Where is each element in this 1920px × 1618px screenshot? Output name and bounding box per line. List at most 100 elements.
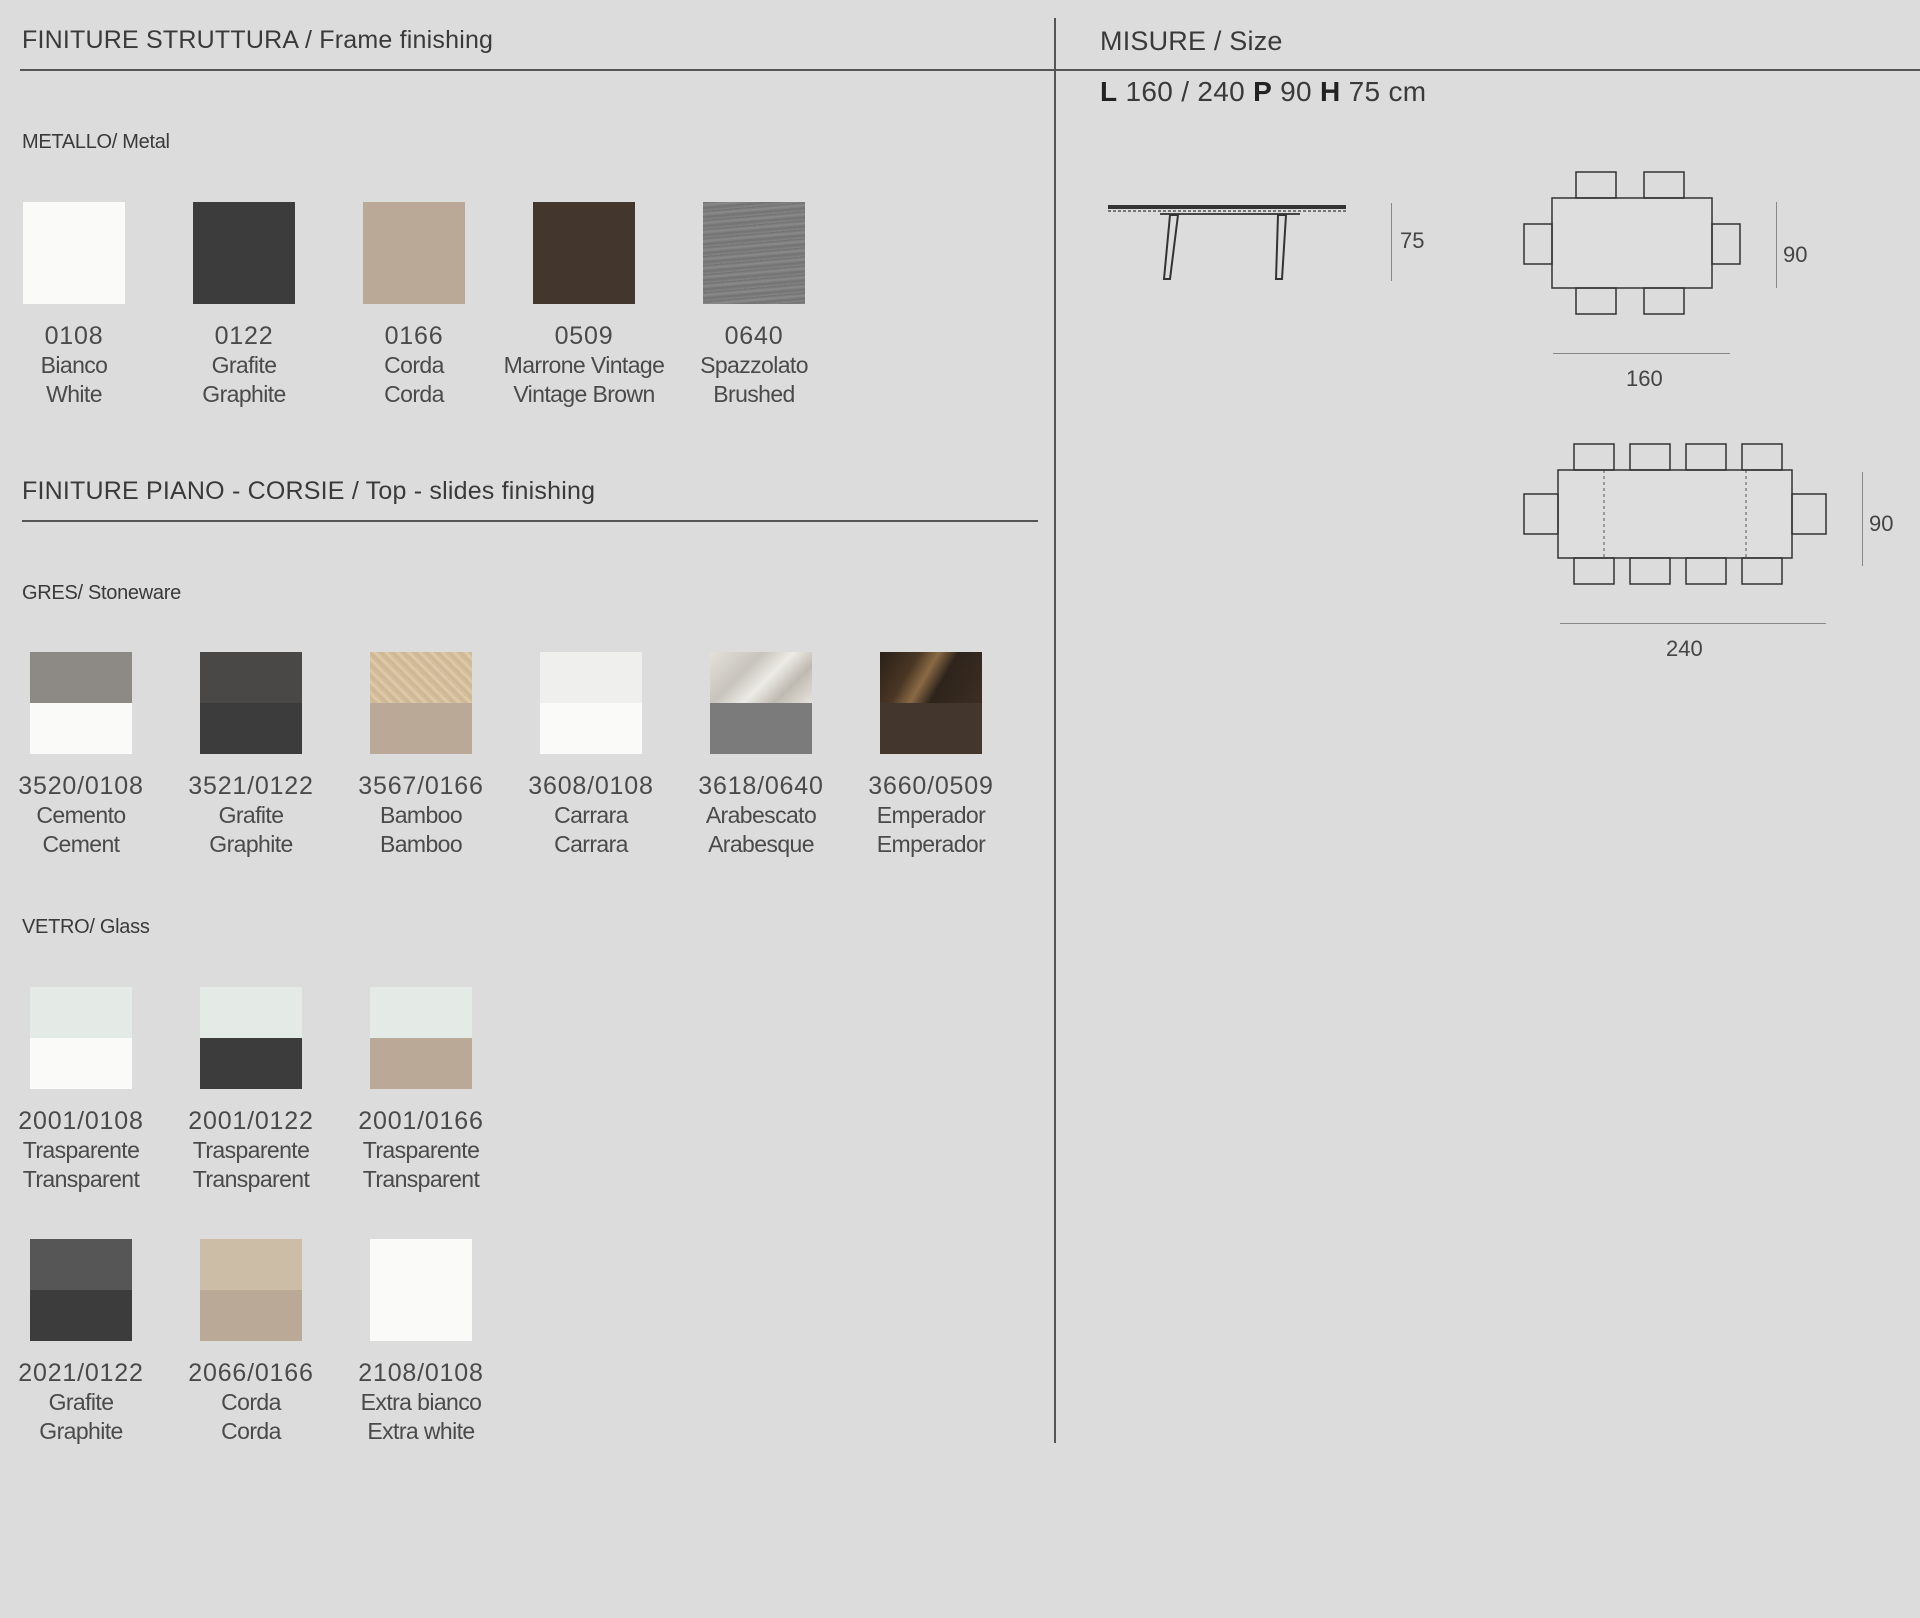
color-swatch (880, 652, 982, 754)
stoneware-swatch-3608-0108: 3608/0108 Carrara Carrara (506, 652, 676, 859)
stoneware-swatch-3520-0108: 3520/0108 Cemento Cement (0, 652, 166, 859)
finish-label: 0166 Corda Corda (329, 322, 499, 409)
finish-label: 3567/0166 Bamboo Bamboo (336, 772, 506, 859)
finish-label: 3608/0108 Carrara Carrara (506, 772, 676, 859)
finish-label: 0640 Spazzolato Brushed (669, 322, 839, 409)
color-swatch (703, 202, 805, 304)
height-dimension-label: 75 (1400, 228, 1425, 253)
height-value: 75 cm (1348, 76, 1427, 107)
large-width-dimension-label: 90 (1869, 511, 1894, 536)
stoneware-swatch-3521-0122: 3521/0122 Grafite Graphite (166, 652, 336, 859)
column-divider (1054, 18, 1056, 1443)
finish-label: 3660/0509 Emperador Emperador (846, 772, 1016, 859)
finish-code: 3567/0166 (358, 772, 484, 800)
finish-code: 2001/0122 (188, 1107, 314, 1135)
finish-code: 3520/0108 (18, 772, 144, 800)
finish-name-english: Extra white (367, 1418, 475, 1444)
glass-subheading: VETRO/ Glass (22, 916, 150, 938)
glass-swatch-2108-0108: 2108/0108 Extra bianco Extra white (336, 1239, 506, 1446)
color-swatch (200, 987, 302, 1089)
color-swatch (370, 652, 472, 754)
finish-label: 2001/0108 Trasparente Transparent (0, 1107, 166, 1194)
stoneware-swatch-3618-0640: 3618/0640 Arabescato Arabesque (676, 652, 846, 859)
finish-name-english: Vintage Brown (513, 381, 655, 407)
finish-name-italian: Spazzolato (700, 352, 808, 378)
finish-code: 2001/0108 (18, 1107, 144, 1135)
finish-name-italian: Arabescato (705, 802, 817, 828)
color-swatch (370, 1239, 472, 1341)
size-heading: MISURE / Size (1100, 26, 1283, 56)
finish-name-italian: Extra bianco (360, 1389, 482, 1415)
finish-label: 2066/0166 Corda Corda (166, 1359, 336, 1446)
finish-code: 3618/0640 (698, 772, 824, 800)
color-swatch (370, 987, 472, 1089)
finish-label: 3521/0122 Grafite Graphite (166, 772, 336, 859)
color-swatch (193, 202, 295, 304)
frame-finishing-heading: FINITURE STRUTTURA / Frame finishing (22, 26, 494, 54)
glass-swatch-2021-0122: 2021/0122 Grafite Graphite (0, 1239, 166, 1446)
frame-heading-rule (20, 69, 1054, 71)
finish-label: 2108/0108 Extra bianco Extra white (336, 1359, 506, 1446)
finish-name-english: Emperador (876, 831, 986, 857)
glass-swatch-2001-0108: 2001/0108 Trasparente Transparent (0, 987, 166, 1194)
small-length-dimension-label: 160 (1626, 366, 1663, 391)
finish-code: 0122 (214, 322, 274, 350)
color-swatch (540, 652, 642, 754)
finish-name-italian: Marrone Vintage (503, 352, 665, 378)
finish-name-english: Corda (221, 1418, 281, 1444)
table-side-view-drawing (1108, 205, 1346, 280)
finish-name-english: White (46, 381, 102, 407)
table-plan-160-drawing (1523, 171, 1741, 315)
stoneware-swatch-3567-0166: 3567/0166 Bamboo Bamboo (336, 652, 506, 859)
finish-name-english: Arabesque (708, 831, 814, 857)
finish-name-english: Carrara (554, 831, 628, 857)
finish-name-english: Corda (384, 381, 444, 407)
finish-label: 0509 Marrone Vintage Vintage Brown (499, 322, 669, 409)
finish-name-italian: Corda (221, 1389, 281, 1415)
finish-name-english: Graphite (202, 381, 286, 407)
finish-name-italian: Grafite (218, 802, 284, 828)
finish-name-italian: Grafite (211, 352, 277, 378)
finish-name-italian: Bamboo (379, 802, 463, 828)
small-width-dimension-label: 90 (1783, 242, 1808, 267)
color-swatch (200, 652, 302, 754)
finish-code: 2001/0166 (358, 1107, 484, 1135)
finish-name-italian: Grafite (48, 1389, 114, 1415)
finish-name-english: Transparent (22, 1166, 140, 1192)
dimensions-line: L 160 / 240 P 90 H 75 cm (1100, 76, 1426, 108)
color-swatch (710, 652, 812, 754)
finish-code: 2108/0108 (358, 1359, 484, 1387)
table-plan-240-drawing (1523, 443, 1827, 585)
finish-name-english: Brushed (713, 381, 795, 407)
finish-name-italian: Carrara (554, 802, 628, 828)
color-swatch (363, 202, 465, 304)
size-heading-rule (1056, 69, 1920, 71)
glass-swatch-2001-0166: 2001/0166 Trasparente Transparent (336, 987, 506, 1194)
finish-label: 2001/0166 Trasparente Transparent (336, 1107, 506, 1194)
stoneware-subheading: GRES/ Stoneware (22, 582, 181, 604)
finish-label: 2021/0122 Grafite Graphite (0, 1359, 166, 1446)
finish-name-english: Graphite (39, 1418, 123, 1444)
finish-code: 3608/0108 (528, 772, 654, 800)
finish-name-english: Transparent (192, 1166, 310, 1192)
finish-code: 0640 (724, 322, 784, 350)
depth-value: 90 (1280, 76, 1312, 107)
color-swatch (533, 202, 635, 304)
depth-key: P (1253, 76, 1273, 107)
finish-name-italian: Bianco (40, 352, 108, 378)
finish-name-italian: Cemento (36, 802, 126, 828)
color-swatch (23, 202, 125, 304)
metal-swatch-0640: 0640 Spazzolato Brushed (669, 202, 839, 409)
finish-code: 3660/0509 (868, 772, 994, 800)
finish-code: 0509 (554, 322, 614, 350)
finish-label: 0108 Bianco White (0, 322, 159, 409)
small-width-dim-line (1776, 202, 1777, 288)
finish-code: 0166 (384, 322, 444, 350)
finish-name-italian: Corda (384, 352, 444, 378)
finish-code: 0108 (44, 322, 104, 350)
finish-code: 2021/0122 (18, 1359, 144, 1387)
finish-name-italian: Emperador (876, 802, 986, 828)
finish-name-english: Graphite (209, 831, 293, 857)
color-swatch (30, 1239, 132, 1341)
top-finishing-heading: FINITURE PIANO - CORSIE / Top - slides f… (22, 477, 596, 505)
